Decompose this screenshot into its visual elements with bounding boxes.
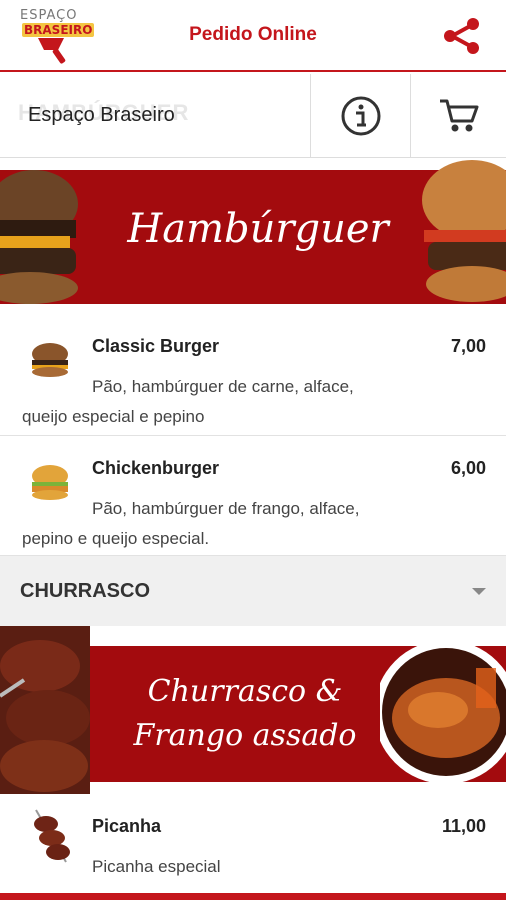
burger-image-left [0, 170, 78, 304]
category-header-churrasco[interactable]: CHURRASCO [0, 556, 506, 626]
logo-line1: ESPAÇO [20, 8, 78, 23]
app-header: ESPAÇO BRASEIRO Pedido Online [0, 0, 506, 72]
meat-skewer-image [0, 626, 90, 794]
share-button[interactable] [440, 16, 484, 56]
item-description: Pão, hambúrguer de carne, alface, queijo… [22, 377, 354, 426]
banner-title-churrasco: Churrasco & Frango assado [110, 670, 380, 758]
item-price: 6,00 [450, 458, 486, 478]
category-banner-churrasco: Churrasco & Frango assado [0, 626, 506, 794]
page-title: Pedido Online [189, 24, 317, 45]
chevron-down-icon [472, 588, 486, 595]
item-price: 11,00 [441, 816, 486, 836]
share-icon [444, 18, 479, 54]
menu-item[interactable]: Chickenburger 6,00 Pão, hambúrguer de fr… [0, 436, 506, 556]
item-name: Picanha [92, 816, 162, 836]
item-description: Pão, hambúrguer de frango, alface, pepin… [22, 499, 360, 548]
cart-button[interactable] [410, 74, 506, 158]
category-banner-hamburguer: Hambúrguer [0, 158, 506, 314]
restaurant-name: Espaço Braseiro [28, 104, 175, 126]
menu-item[interactable]: Picanha 11,00 Picanha especial [0, 794, 506, 893]
item-description: Picanha especial [92, 857, 221, 876]
info-button[interactable] [310, 74, 410, 158]
banner-title-hamburguer: Hambúrguer [127, 206, 389, 252]
item-name: Chickenburger [92, 458, 220, 478]
menu-item[interactable]: Classic Burger 7,00 Pão, hambúrguer de c… [0, 314, 506, 436]
burger-image-right [422, 160, 506, 302]
category-label: CHURRASCO [20, 580, 150, 602]
restaurant-bar: HAMBÚRGUER Espaço Braseiro [0, 74, 506, 158]
banner-title-line2: Frango assado [133, 718, 357, 753]
item-name: Classic Burger [92, 336, 220, 356]
roast-chicken-image [380, 640, 506, 784]
info-icon [341, 96, 380, 136]
banner-title-line1: Churrasco & [147, 674, 343, 709]
bottom-divider [0, 893, 506, 900]
cart-icon [439, 99, 478, 132]
item-price: 7,00 [450, 336, 486, 356]
